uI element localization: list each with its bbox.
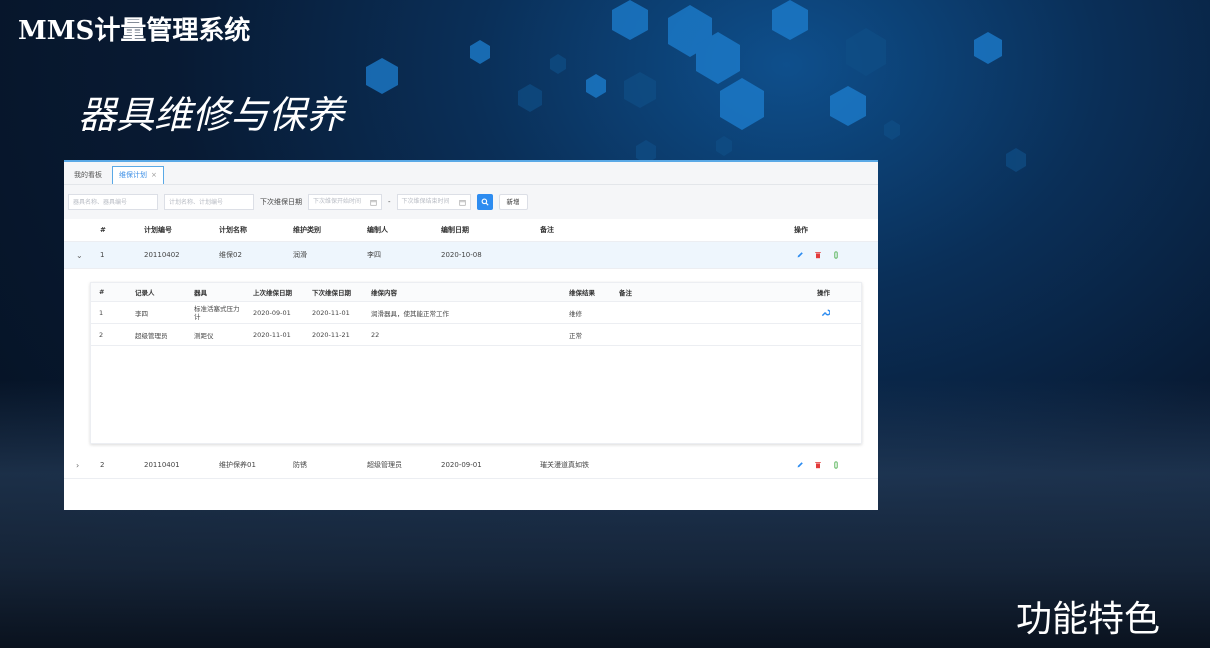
col-actions: 操作 bbox=[794, 226, 808, 234]
tab-maintenance-plan[interactable]: 维保计划 × bbox=[112, 166, 164, 184]
attachment-icon[interactable] bbox=[832, 251, 840, 259]
row-date: 2020-09-01 bbox=[441, 461, 482, 469]
row-plan-code: 20110401 bbox=[144, 461, 180, 469]
col-category: 维护类别 bbox=[293, 226, 321, 234]
edit-icon[interactable] bbox=[796, 251, 804, 259]
maintenance-record-subtable: # 记录人 器具 上次维保日期 下次维保日期 维保内容 维保结果 备注 操作 1… bbox=[90, 282, 862, 444]
sub-next-date: 2020-11-01 bbox=[312, 308, 350, 317]
delete-icon[interactable] bbox=[814, 251, 822, 259]
sub-last-date: 2020-11-01 bbox=[253, 330, 291, 339]
subtable-header: # 记录人 器具 上次维保日期 下次维保日期 维保内容 维保结果 备注 操作 bbox=[91, 283, 861, 302]
table-row[interactable]: 1 李四 标准活塞式压力计 2020-09-01 2020-11-01 润滑器具… bbox=[91, 302, 861, 324]
sub-recorder: 超级管理员 bbox=[135, 331, 168, 340]
add-button[interactable]: 新增 bbox=[498, 194, 528, 210]
sub-instrument: 测距仪 bbox=[194, 331, 214, 340]
feature-label: 功能特色 bbox=[1015, 599, 1160, 640]
sub-col-index: # bbox=[99, 288, 105, 296]
col-plan-name: 计划名称 bbox=[219, 226, 247, 234]
row-index: 1 bbox=[100, 251, 105, 259]
row-plan-name: 维保02 bbox=[219, 251, 242, 259]
app-window: 我的看板 维保计划 × 器具名称、器具编号 计划名称、计划编号 下次维保日期 下次… bbox=[64, 160, 878, 510]
sub-result: 正常 bbox=[569, 331, 582, 340]
calendar-icon bbox=[370, 199, 377, 206]
row-remark: 璀关漫道真如铁 bbox=[540, 461, 589, 469]
row-actions bbox=[796, 452, 840, 478]
tab-bar: 我的看板 维保计划 × bbox=[64, 162, 878, 185]
row-category: 润滑 bbox=[293, 251, 307, 259]
col-date: 编制日期 bbox=[441, 226, 469, 234]
table-row[interactable]: ⌄ 1 20110402 维保02 润滑 李四 2020-10-08 bbox=[64, 242, 878, 269]
sub-col-next-date: 下次维保日期 bbox=[312, 289, 351, 297]
table-row[interactable]: › 2 20110401 维护保养01 防锈 超级管理员 2020-09-01 … bbox=[64, 452, 878, 479]
row-author: 超级管理员 bbox=[367, 461, 402, 469]
wrench-icon[interactable] bbox=[821, 308, 830, 317]
edit-icon[interactable] bbox=[796, 461, 804, 469]
sub-next-date: 2020-11-21 bbox=[312, 330, 350, 339]
collapse-icon[interactable]: ⌄ bbox=[76, 242, 83, 268]
sub-recorder: 李四 bbox=[135, 309, 148, 318]
search-button[interactable] bbox=[476, 194, 493, 210]
sub-col-result: 维保结果 bbox=[569, 289, 595, 297]
plan-table-header: # 计划编号 计划名称 维护类别 编制人 编制日期 备注 操作 bbox=[64, 219, 878, 242]
row-plan-name: 维护保养01 bbox=[219, 461, 256, 469]
expand-icon[interactable]: › bbox=[76, 452, 79, 478]
sub-content: 22 bbox=[371, 330, 380, 339]
col-remark: 备注 bbox=[540, 226, 554, 234]
search-icon bbox=[481, 198, 489, 206]
plan-search-input[interactable]: 计划名称、计划编号 bbox=[164, 194, 254, 210]
sub-col-recorder: 记录人 bbox=[135, 289, 155, 297]
row-author: 李四 bbox=[367, 251, 381, 259]
start-date-placeholder: 下次维保开始时间 bbox=[313, 198, 362, 205]
row-category: 防锈 bbox=[293, 461, 307, 469]
sub-col-remark: 备注 bbox=[619, 289, 632, 297]
tab-label: 维保计划 bbox=[119, 171, 147, 179]
sub-last-date: 2020-09-01 bbox=[253, 308, 291, 317]
sub-result: 维修 bbox=[569, 309, 582, 318]
row-index: 2 bbox=[100, 461, 105, 469]
filter-toolbar: 器具名称、器具编号 计划名称、计划编号 下次维保日期 下次维保开始时间 - 下次… bbox=[64, 185, 878, 219]
sub-index: 2 bbox=[99, 330, 104, 339]
range-separator: - bbox=[388, 198, 391, 206]
sub-instrument: 标准活塞式压力计 bbox=[194, 304, 240, 321]
calendar-icon bbox=[458, 199, 466, 206]
tab-dashboard[interactable]: 我的看板 bbox=[68, 167, 108, 184]
row-actions bbox=[796, 242, 840, 268]
sub-col-last-date: 上次维保日期 bbox=[253, 289, 292, 297]
section-title: 器具维修与保养 bbox=[78, 93, 345, 137]
col-author: 编制人 bbox=[367, 226, 388, 234]
col-index: # bbox=[100, 226, 106, 234]
attachment-icon[interactable] bbox=[832, 461, 840, 469]
close-icon[interactable]: × bbox=[151, 171, 157, 179]
instrument-search-input[interactable]: 器具名称、器具编号 bbox=[68, 194, 158, 210]
end-date-picker[interactable]: 下次维保结束时间 bbox=[396, 194, 471, 210]
col-plan-code: 计划编号 bbox=[144, 226, 172, 234]
row-plan-code: 20110402 bbox=[144, 251, 180, 259]
table-row[interactable]: 2 超级管理员 测距仪 2020-11-01 2020-11-21 22 正常 bbox=[91, 324, 861, 346]
start-date-picker[interactable]: 下次维保开始时间 bbox=[308, 194, 382, 210]
sub-col-content: 维保内容 bbox=[371, 289, 397, 297]
end-date-placeholder: 下次维保结束时间 bbox=[401, 198, 450, 205]
sub-index: 1 bbox=[99, 308, 104, 317]
deck-title: MMS计量管理系统 bbox=[18, 16, 251, 46]
next-date-label: 下次维保日期 bbox=[260, 198, 302, 206]
sub-col-actions: 操作 bbox=[817, 289, 830, 297]
sub-col-instrument: 器具 bbox=[194, 289, 207, 297]
sub-content: 润滑器具，使其能正常工作 bbox=[371, 309, 449, 318]
delete-icon[interactable] bbox=[814, 461, 822, 469]
row-date: 2020-10-08 bbox=[441, 251, 482, 259]
